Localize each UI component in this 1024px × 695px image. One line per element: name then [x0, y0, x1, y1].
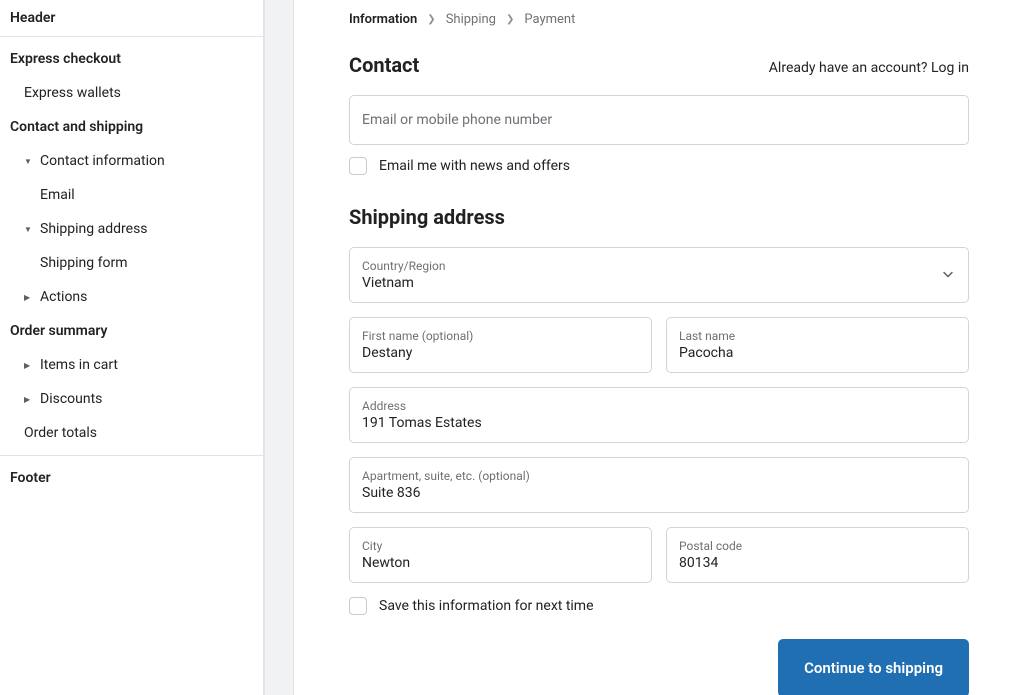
sidebar-shipping-form[interactable]: Shipping form — [0, 246, 263, 280]
sidebar-order-summary[interactable]: Order summary — [0, 314, 263, 348]
save-info-checkbox[interactable] — [349, 597, 367, 615]
last-name-field[interactable]: Last name Pacocha — [666, 317, 969, 373]
breadcrumb: Information ❯ Shipping ❯ Payment — [349, 12, 969, 27]
divider-strip — [264, 0, 294, 695]
newsletter-checkbox[interactable] — [349, 157, 367, 175]
address-value: 191 Tomas Estates — [362, 415, 956, 431]
sidebar-contact-shipping[interactable]: Contact and shipping — [0, 110, 263, 144]
sidebar-express-wallets[interactable]: Express wallets — [0, 76, 263, 110]
sidebar-express-checkout[interactable]: Express checkout — [0, 37, 263, 76]
chevron-down-icon — [942, 266, 954, 285]
save-info-label: Save this information for next time — [379, 598, 594, 614]
sidebar-contact-information-label: Contact information — [40, 153, 165, 169]
caret-down-icon: ▼ — [24, 225, 34, 234]
sidebar-actions-label: Actions — [40, 289, 87, 305]
sidebar-actions[interactable]: ▶ Actions — [0, 280, 263, 314]
login-link[interactable]: Log in — [931, 60, 969, 76]
sidebar-header-section[interactable]: Header — [0, 0, 263, 37]
login-prompt-text: Already have an account? — [769, 60, 931, 76]
city-field[interactable]: City Newton — [349, 527, 652, 583]
breadcrumb-information[interactable]: Information — [349, 12, 417, 27]
apartment-field[interactable]: Apartment, suite, etc. (optional) Suite … — [349, 457, 969, 513]
postal-code-field[interactable]: Postal code 80134 — [666, 527, 969, 583]
newsletter-label: Email me with news and offers — [379, 158, 570, 174]
sidebar-shipping-address-label: Shipping address — [40, 221, 148, 237]
sidebar-navigation: Header Express checkout Express wallets … — [0, 0, 264, 695]
address-label: Address — [362, 399, 956, 413]
sidebar-order-totals[interactable]: Order totals — [0, 416, 263, 456]
first-name-field[interactable]: First name (optional) Destany — [349, 317, 652, 373]
sidebar-items-in-cart[interactable]: ▶ Items in cart — [0, 348, 263, 382]
caret-right-icon: ▶ — [24, 361, 34, 370]
chevron-right-icon: ❯ — [427, 14, 435, 25]
postal-code-value: 80134 — [679, 555, 956, 571]
country-label: Country/Region — [362, 259, 956, 273]
main-content: Information ❯ Shipping ❯ Payment Contact… — [294, 0, 1024, 695]
email-field[interactable]: Email or mobile phone number — [349, 95, 969, 145]
caret-right-icon: ▶ — [24, 293, 34, 302]
shipping-heading: Shipping address — [349, 205, 969, 229]
newsletter-checkbox-row[interactable]: Email me with news and offers — [349, 157, 969, 175]
apartment-value: Suite 836 — [362, 485, 956, 501]
last-name-label: Last name — [679, 329, 956, 343]
continue-to-shipping-button[interactable]: Continue to shipping — [778, 639, 969, 695]
postal-code-label: Postal code — [679, 539, 956, 553]
first-name-label: First name (optional) — [362, 329, 639, 343]
contact-heading: Contact — [349, 53, 419, 77]
caret-down-icon: ▼ — [24, 157, 34, 166]
caret-right-icon: ▶ — [24, 395, 34, 404]
city-value: Newton — [362, 555, 639, 571]
address-field[interactable]: Address 191 Tomas Estates — [349, 387, 969, 443]
apartment-label: Apartment, suite, etc. (optional) — [362, 469, 956, 483]
first-name-value: Destany — [362, 345, 639, 361]
sidebar-items-in-cart-label: Items in cart — [40, 357, 118, 373]
sidebar-email[interactable]: Email — [0, 178, 263, 212]
sidebar-footer-section[interactable]: Footer — [0, 456, 263, 495]
sidebar-discounts-label: Discounts — [40, 391, 102, 407]
breadcrumb-payment[interactable]: Payment — [524, 12, 575, 27]
country-value: Vietnam — [362, 275, 956, 291]
country-select[interactable]: Country/Region Vietnam — [349, 247, 969, 303]
breadcrumb-shipping[interactable]: Shipping — [446, 12, 496, 27]
chevron-right-icon: ❯ — [506, 14, 514, 25]
sidebar-contact-information[interactable]: ▼ Contact information — [0, 144, 263, 178]
sidebar-shipping-address[interactable]: ▼ Shipping address — [0, 212, 263, 246]
city-label: City — [362, 539, 639, 553]
login-prompt: Already have an account? Log in — [769, 60, 969, 76]
last-name-value: Pacocha — [679, 345, 956, 361]
sidebar-discounts[interactable]: ▶ Discounts — [0, 382, 263, 416]
save-info-checkbox-row[interactable]: Save this information for next time — [349, 597, 969, 615]
